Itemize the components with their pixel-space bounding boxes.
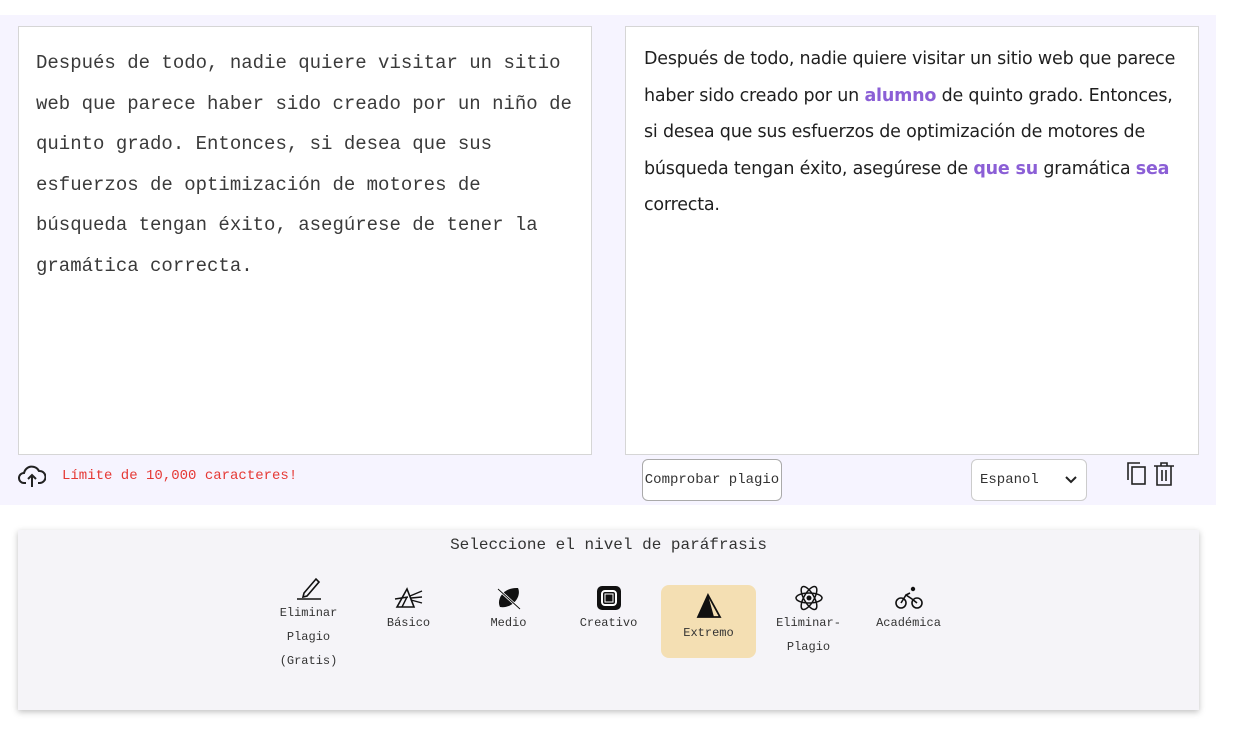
mode-eliminar-plagio-gratis[interactable]: Eliminar Plagio (Gratis) <box>261 575 356 673</box>
pyramid-icon <box>696 593 722 618</box>
surfboard-icon <box>496 587 521 610</box>
pen-icon <box>296 577 321 600</box>
editor-panel: Después de todo, nadie quiere visitar un… <box>0 15 1216 505</box>
atom-icon <box>794 585 823 611</box>
level-title: Seleccione el nivel de paráfrasis <box>450 536 767 554</box>
language-selected: Espanol <box>980 472 1039 488</box>
language-select[interactable]: Espanol <box>971 459 1087 501</box>
output-segment: correcta. <box>644 195 720 215</box>
mode-label: Eliminar- Plagio <box>776 616 841 654</box>
mode-label: Académica <box>876 616 941 630</box>
chevron-down-icon <box>1065 476 1077 484</box>
changed-word[interactable]: que su <box>973 159 1038 179</box>
bicycle-icon <box>894 586 923 609</box>
changed-word[interactable]: sea <box>1136 159 1170 179</box>
check-plagiarism-button[interactable]: Comprobar plagio <box>642 459 782 501</box>
mode-academica[interactable]: Académica <box>861 585 956 635</box>
mode-creativo[interactable]: Creativo <box>561 585 656 635</box>
output-editor[interactable]: Después de todo, nadie quiere visitar un… <box>625 26 1199 455</box>
mode-basico[interactable]: Básico <box>361 585 456 635</box>
mode-medio[interactable]: Medio <box>461 585 556 635</box>
char-limit-warning: Límite de 10,000 caracteres! <box>62 468 298 484</box>
input-editor[interactable]: Después de todo, nadie quiere visitar un… <box>18 26 592 455</box>
copy-icon[interactable] <box>1126 461 1148 487</box>
output-segment: gramática <box>1037 158 1136 179</box>
trash-icon[interactable] <box>1153 461 1175 487</box>
square-swirl-icon <box>596 586 621 610</box>
mode-label: Medio <box>490 616 527 630</box>
mode-extremo[interactable]: Extremo <box>661 585 756 658</box>
mode-label: Creativo <box>579 616 638 630</box>
mode-label: Eliminar Plagio (Gratis) <box>279 606 338 668</box>
paraphrase-level-panel: Seleccione el nivel de paráfrasis Elimin… <box>18 530 1199 710</box>
output-text: Después de todo, nadie quiere visitar un… <box>626 27 1198 238</box>
cloud-upload-icon[interactable] <box>18 463 46 489</box>
prism-icon <box>394 587 422 608</box>
changed-word[interactable]: alumno <box>864 86 936 106</box>
mode-label: Básico <box>386 616 431 630</box>
input-text[interactable]: Después de todo, nadie quiere visitar un… <box>19 27 591 302</box>
mode-eliminar-plagio[interactable]: Eliminar- Plagio <box>761 585 856 659</box>
mode-label: Extremo <box>683 626 734 640</box>
